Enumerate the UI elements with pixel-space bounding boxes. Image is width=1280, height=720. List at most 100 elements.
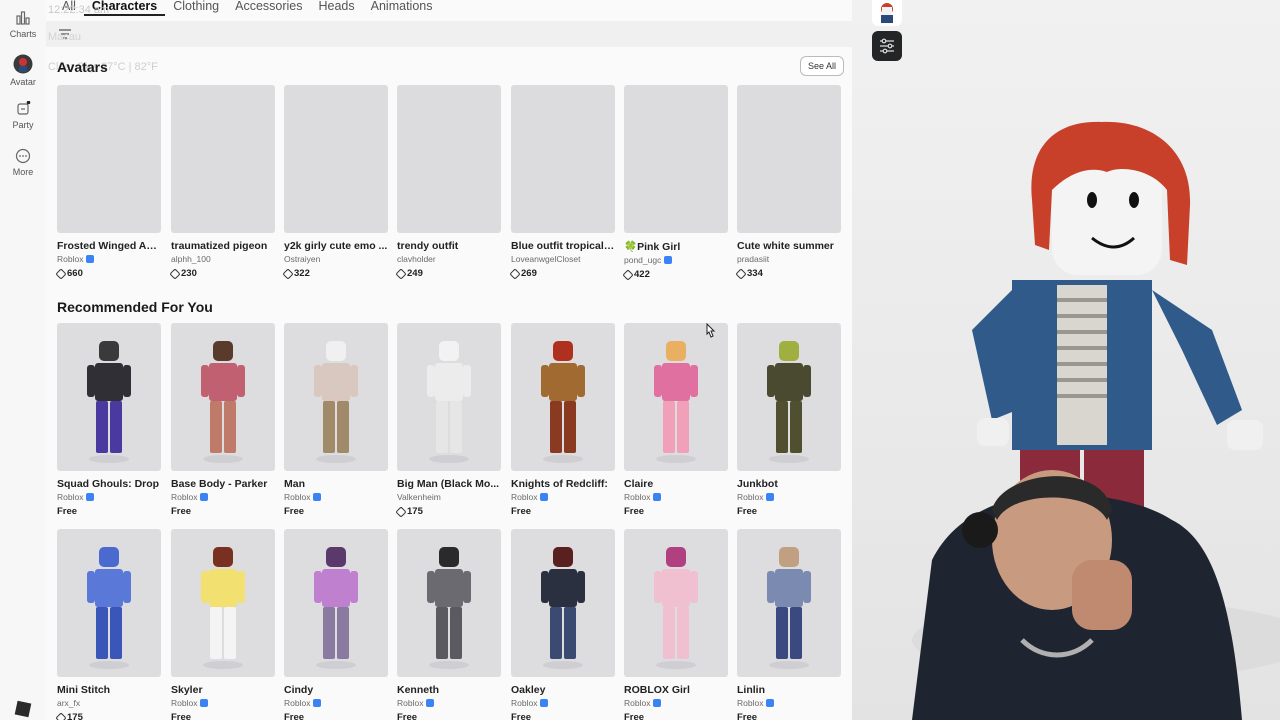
- card-creator[interactable]: clavholder: [397, 254, 501, 264]
- card-price: Free: [737, 712, 841, 720]
- catalog-card[interactable]: Claire Roblox Free: [624, 323, 728, 517]
- card-thumbnail[interactable]: [397, 85, 501, 233]
- avatar-3d-preview[interactable]: [852, 0, 1280, 720]
- catalog-card[interactable]: Squad Ghouls: Drop Roblox Free: [57, 323, 161, 517]
- card-thumbnail[interactable]: [284, 323, 388, 471]
- card-thumbnail[interactable]: [397, 323, 501, 471]
- card-creator[interactable]: Roblox: [624, 698, 728, 708]
- card-creator[interactable]: LoveanwgelCloset: [511, 254, 615, 264]
- card-title[interactable]: 🍀Pink Girl: [624, 240, 728, 253]
- card-title[interactable]: Blue outfit tropical ...: [511, 240, 615, 252]
- card-creator[interactable]: Roblox: [397, 698, 501, 708]
- card-title[interactable]: Linlin: [737, 684, 841, 696]
- tab-heads[interactable]: Heads: [311, 0, 363, 16]
- catalog-card[interactable]: Skyler Roblox Free: [171, 529, 275, 720]
- card-title[interactable]: Claire: [624, 478, 728, 490]
- card-thumbnail[interactable]: [511, 529, 615, 677]
- card-title[interactable]: traumatized pigeon: [171, 240, 275, 252]
- catalog-card[interactable]: Junkbot Roblox Free: [737, 323, 841, 517]
- card-title[interactable]: Junkbot: [737, 478, 841, 490]
- card-thumbnail[interactable]: [284, 529, 388, 677]
- card-title[interactable]: Base Body - Parker: [171, 478, 275, 490]
- card-thumbnail[interactable]: [737, 529, 841, 677]
- card-thumbnail[interactable]: [624, 85, 728, 233]
- card-creator[interactable]: Roblox: [624, 492, 728, 502]
- card-thumbnail[interactable]: [624, 323, 728, 471]
- creator-name: Roblox: [284, 698, 311, 708]
- catalog-card[interactable]: 🍀Pink Girl pond_ugc 422: [622, 85, 728, 281]
- card-title[interactable]: y2k girly cute emo ...: [284, 240, 388, 252]
- card-creator[interactable]: Roblox: [57, 492, 161, 502]
- price-value: 175: [407, 506, 423, 517]
- card-creator[interactable]: Roblox: [171, 492, 275, 502]
- catalog-card[interactable]: Cute white summer pradasiit 334: [735, 85, 841, 280]
- card-title[interactable]: Big Man (Black Mo...: [397, 478, 501, 490]
- card-creator[interactable]: Valkenheim: [397, 492, 501, 502]
- card-creator[interactable]: Roblox: [511, 698, 615, 708]
- catalog-card[interactable]: trendy outfit clavholder 249: [395, 85, 501, 280]
- catalog-card[interactable]: y2k girly cute emo ... Ostraiyen 322: [282, 85, 388, 280]
- catalog-card[interactable]: Kenneth Roblox Free: [397, 529, 501, 720]
- card-thumbnail[interactable]: [57, 85, 161, 233]
- card-thumbnail[interactable]: [284, 85, 388, 233]
- catalog-card[interactable]: Mini Stitch arx_fx 175: [55, 529, 161, 720]
- card-creator[interactable]: Roblox: [737, 492, 841, 502]
- rail-item-party[interactable]: Party: [0, 101, 46, 130]
- card-creator[interactable]: Roblox: [57, 254, 161, 264]
- rail-item-charts[interactable]: Charts: [0, 10, 46, 39]
- card-title[interactable]: Squad Ghouls: Drop: [57, 478, 161, 490]
- card-thumbnail[interactable]: [57, 323, 161, 471]
- card-thumbnail[interactable]: [737, 323, 841, 471]
- catalog-card[interactable]: Cindy Roblox Free: [284, 529, 388, 720]
- card-thumbnail[interactable]: [737, 85, 841, 233]
- tab-clothing[interactable]: Clothing: [165, 0, 227, 16]
- roblox-logo-icon[interactable]: [14, 700, 32, 718]
- rail-item-avatar[interactable]: Avatar: [0, 54, 46, 87]
- card-creator[interactable]: Roblox: [511, 492, 615, 502]
- card-title[interactable]: Man: [284, 478, 388, 490]
- catalog-card[interactable]: Man Roblox Free: [284, 323, 388, 517]
- catalog-card[interactable]: Base Body - Parker Roblox Free: [171, 323, 275, 517]
- card-creator[interactable]: Roblox: [737, 698, 841, 708]
- tab-animations[interactable]: Animations: [363, 0, 441, 16]
- card-thumbnail[interactable]: [624, 529, 728, 677]
- card-title[interactable]: Oakley: [511, 684, 615, 696]
- catalog-card[interactable]: Big Man (Black Mo... Valkenheim 175: [395, 323, 501, 518]
- catalog-card[interactable]: Linlin Roblox Free: [737, 529, 841, 720]
- card-creator[interactable]: Roblox: [171, 698, 275, 708]
- card-title[interactable]: Cute white summer: [737, 240, 841, 252]
- rail-item-more[interactable]: More: [0, 148, 46, 177]
- card-thumbnail[interactable]: [397, 529, 501, 677]
- card-creator[interactable]: Ostraiyen: [284, 254, 388, 264]
- card-title[interactable]: ROBLOX Girl: [624, 684, 728, 696]
- card-creator[interactable]: pradasiit: [737, 254, 841, 264]
- card-title[interactable]: trendy outfit: [397, 240, 501, 252]
- price-value: Free: [737, 712, 758, 720]
- catalog-card[interactable]: Knights of Redcliff: Roblox Free: [511, 323, 615, 517]
- tab-accessories[interactable]: Accessories: [227, 0, 310, 16]
- card-creator[interactable]: Roblox: [284, 698, 388, 708]
- card-title[interactable]: Skyler: [171, 684, 275, 696]
- card-creator[interactable]: Roblox: [284, 492, 388, 502]
- catalog-card[interactable]: Frosted Winged An... Roblox 660: [55, 85, 161, 280]
- catalog-card[interactable]: traumatized pigeon alphh_100 230: [169, 85, 275, 280]
- card-title[interactable]: Cindy: [284, 684, 388, 696]
- card-creator[interactable]: arx_fx: [57, 698, 161, 708]
- catalog-card[interactable]: Oakley Roblox Free: [511, 529, 615, 720]
- see-all-button[interactable]: See All: [800, 56, 844, 76]
- catalog-card[interactable]: ROBLOX Girl Roblox Free: [624, 529, 728, 720]
- card-title[interactable]: Frosted Winged An...: [57, 240, 161, 252]
- card-thumbnail[interactable]: [57, 529, 161, 677]
- card-creator[interactable]: alphh_100: [171, 254, 275, 264]
- card-thumbnail[interactable]: [511, 323, 615, 471]
- card-title[interactable]: Kenneth: [397, 684, 501, 696]
- card-thumbnail[interactable]: [171, 529, 275, 677]
- robux-icon: [55, 267, 67, 280]
- catalog-card[interactable]: Blue outfit tropical ... LoveanwgelCloset…: [509, 85, 615, 280]
- card-thumbnail[interactable]: [171, 85, 275, 233]
- card-creator[interactable]: pond_ugc: [624, 255, 728, 265]
- card-thumbnail[interactable]: [171, 323, 275, 471]
- card-title[interactable]: Knights of Redcliff:: [511, 478, 615, 490]
- card-title[interactable]: Mini Stitch: [57, 684, 161, 696]
- card-thumbnail[interactable]: [511, 85, 615, 233]
